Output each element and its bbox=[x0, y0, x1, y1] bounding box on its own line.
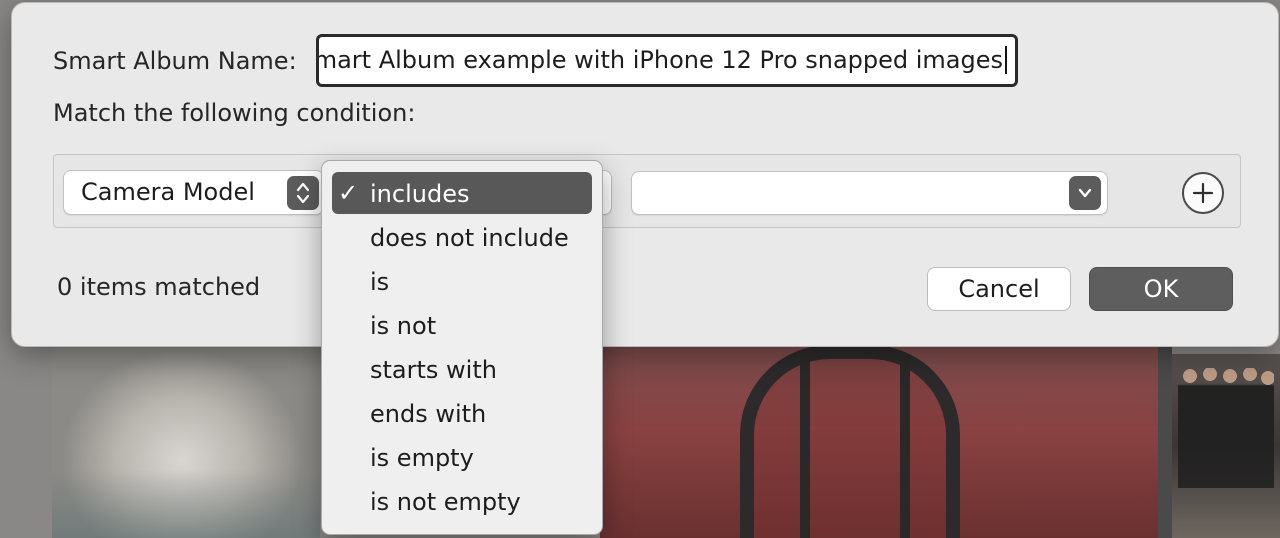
menu-item-ends-with[interactable]: ends with bbox=[332, 392, 592, 434]
cancel-button[interactable]: Cancel bbox=[927, 267, 1071, 311]
field-popup-camera-model[interactable]: Camera Model bbox=[63, 170, 324, 215]
menu-item-is-empty[interactable]: is empty bbox=[332, 436, 592, 478]
smart-album-name-value[interactable]: mart Album example with iPhone 12 Pro sn… bbox=[319, 46, 1007, 74]
up-down-chevron-icon bbox=[287, 176, 319, 210]
smart-album-dialog: Smart Album Name: mart Album example wit… bbox=[11, 2, 1279, 347]
items-matched-count: 0 items matched bbox=[57, 273, 261, 301]
menu-item-is-not[interactable]: is not bbox=[332, 304, 592, 346]
menu-item-includes[interactable]: ✓ includes bbox=[332, 172, 592, 214]
menu-item-label: is not bbox=[370, 312, 437, 340]
smart-album-name-label: Smart Album Name: bbox=[53, 47, 297, 75]
menu-item-is[interactable]: is bbox=[332, 260, 592, 302]
menu-item-label: includes bbox=[370, 180, 470, 208]
menu-item-label: is empty bbox=[370, 444, 474, 472]
checkmark-icon: ✓ bbox=[338, 179, 359, 207]
chair-leg bbox=[900, 360, 910, 538]
name-field-inner[interactable]: mart Album example with iPhone 12 Pro sn… bbox=[319, 37, 1015, 84]
match-condition-label: Match the following condition: bbox=[53, 99, 416, 127]
menu-item-does-not-include[interactable]: does not include bbox=[332, 216, 592, 258]
menu-item-label: starts with bbox=[370, 356, 497, 384]
photo-thumbnail-group[interactable] bbox=[1172, 354, 1280, 538]
chevron-down-icon bbox=[1069, 176, 1101, 210]
plus-icon bbox=[1192, 182, 1214, 204]
photo-thumbnail-elderly-woman[interactable] bbox=[52, 340, 320, 538]
chair-leg bbox=[800, 360, 810, 538]
value-popup[interactable] bbox=[631, 171, 1108, 215]
menu-item-label: is not empty bbox=[370, 488, 521, 516]
field-popup-value: Camera Model bbox=[81, 178, 255, 206]
menu-item-label: is bbox=[370, 268, 390, 296]
photo-gap bbox=[1158, 340, 1172, 538]
ok-button[interactable]: OK bbox=[1089, 267, 1233, 311]
menu-item-is-not-empty[interactable]: is not empty bbox=[332, 480, 592, 522]
add-condition-button[interactable] bbox=[1182, 172, 1224, 214]
operator-dropdown-menu: ✓ includes does not include is is not st… bbox=[321, 160, 603, 535]
menu-item-starts-with[interactable]: starts with bbox=[332, 348, 592, 390]
chair-shape bbox=[740, 345, 960, 538]
menu-item-label: does not include bbox=[370, 224, 569, 252]
group-of-people bbox=[1178, 368, 1274, 488]
menu-item-label: ends with bbox=[370, 400, 487, 428]
smart-album-name-field[interactable]: mart Album example with iPhone 12 Pro sn… bbox=[316, 34, 1018, 87]
